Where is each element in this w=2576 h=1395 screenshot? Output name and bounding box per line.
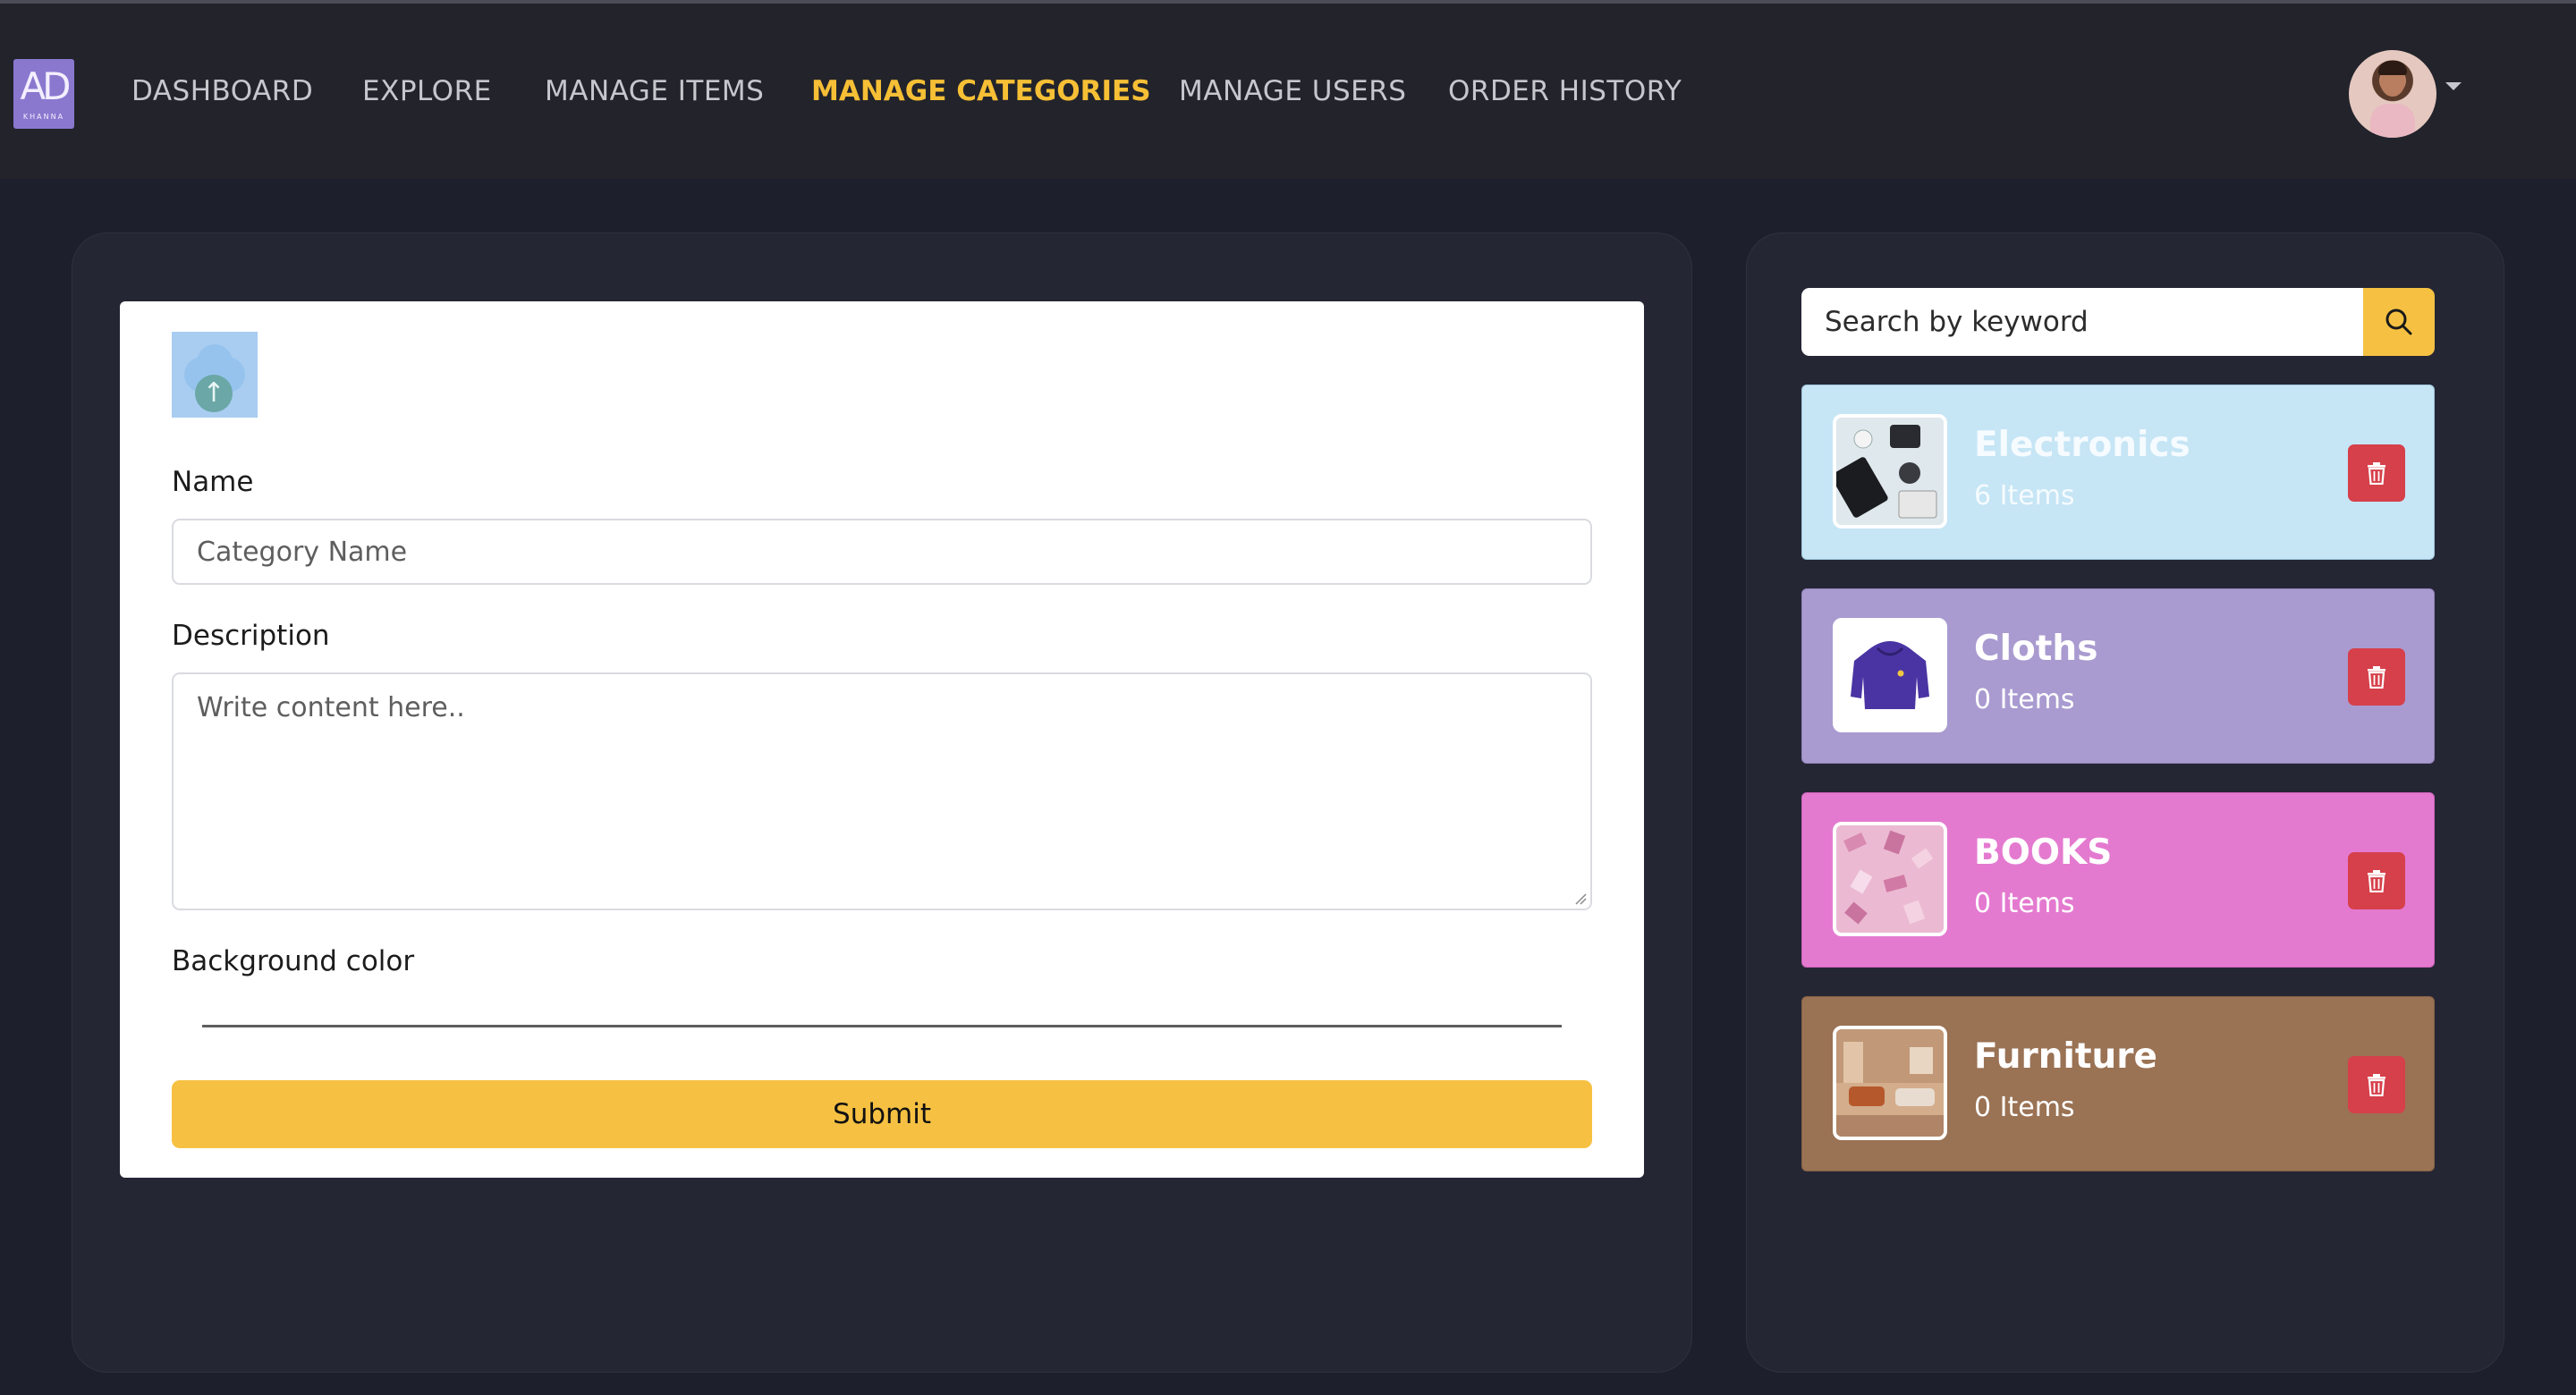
books-image <box>1836 825 1944 933</box>
category-name-input[interactable] <box>172 519 1592 585</box>
delete-category-button[interactable] <box>2348 1056 2405 1113</box>
category-search <box>1801 288 2435 356</box>
nav-dashboard[interactable]: DASHBOARD <box>131 75 313 107</box>
caret-down-icon[interactable] <box>2445 82 2462 90</box>
trash-icon <box>2368 1074 2385 1096</box>
category-thumbnail <box>1833 822 1947 936</box>
nav-manage-users[interactable]: MANAGE USERS <box>1179 75 1406 107</box>
description-textarea[interactable] <box>172 672 1592 910</box>
category-thumbnail <box>1833 618 1947 732</box>
category-item-count: 0 Items <box>1974 1092 2075 1123</box>
trash-icon <box>2368 462 2385 485</box>
background-color-label: Background color <box>172 945 415 977</box>
logo-monogram: AD <box>20 64 71 108</box>
hoodie-image <box>1836 621 1944 729</box>
category-item-count: 0 Items <box>1974 888 2075 919</box>
nav-explore[interactable]: EXPLORE <box>362 75 492 107</box>
image-upload-button[interactable]: ↑ <box>172 332 258 418</box>
category-name: Cloths <box>1974 629 2098 669</box>
search-button[interactable] <box>2363 288 2435 356</box>
search-input[interactable] <box>1801 288 2363 356</box>
user-avatar[interactable] <box>2349 50 2436 138</box>
description-label: Description <box>172 620 330 652</box>
category-card-cloths[interactable]: Cloths 0 Items <box>1801 588 2435 764</box>
category-card-books[interactable]: BOOKS 0 Items <box>1801 792 2435 968</box>
nav-manage-items[interactable]: MANAGE ITEMS <box>545 75 764 107</box>
brand-logo[interactable]: AD KHANNA <box>13 59 74 129</box>
search-icon <box>2385 309 2412 335</box>
resize-grip-icon[interactable] <box>1574 892 1587 905</box>
electronics-image <box>1836 418 1944 525</box>
cloud-upload-icon: ↑ <box>195 375 233 412</box>
submit-button[interactable]: Submit <box>172 1080 1592 1148</box>
category-thumbnail <box>1833 1026 1947 1140</box>
category-card-electronics[interactable]: Electronics 6 Items <box>1801 385 2435 560</box>
delete-category-button[interactable] <box>2348 444 2405 502</box>
trash-icon <box>2368 666 2385 689</box>
category-name: Furniture <box>1974 1036 2157 1077</box>
avatar-body <box>2370 104 2415 138</box>
category-card-furniture[interactable]: Furniture 0 Items <box>1801 996 2435 1171</box>
category-name: Electronics <box>1974 425 2190 465</box>
nav-manage-categories[interactable]: MANAGE CATEGORIES <box>811 75 1151 107</box>
furniture-image <box>1836 1029 1944 1137</box>
nav-order-history[interactable]: ORDER HISTORY <box>1448 75 1682 107</box>
delete-category-button[interactable] <box>2348 852 2405 909</box>
avatar-hair <box>2378 61 2407 75</box>
category-name: BOOKS <box>1974 833 2113 873</box>
category-item-count: 6 Items <box>1974 480 2075 512</box>
name-label: Name <box>172 466 254 498</box>
background-color-picker[interactable] <box>202 1025 1562 1027</box>
delete-category-button[interactable] <box>2348 648 2405 706</box>
trash-icon <box>2368 870 2385 892</box>
category-item-count: 0 Items <box>1974 684 2075 715</box>
navbar: AD KHANNA DASHBOARD EXPLORE MANAGE ITEMS… <box>0 4 2576 179</box>
category-thumbnail <box>1833 414 1947 528</box>
logo-subtext: KHANNA <box>22 113 65 121</box>
